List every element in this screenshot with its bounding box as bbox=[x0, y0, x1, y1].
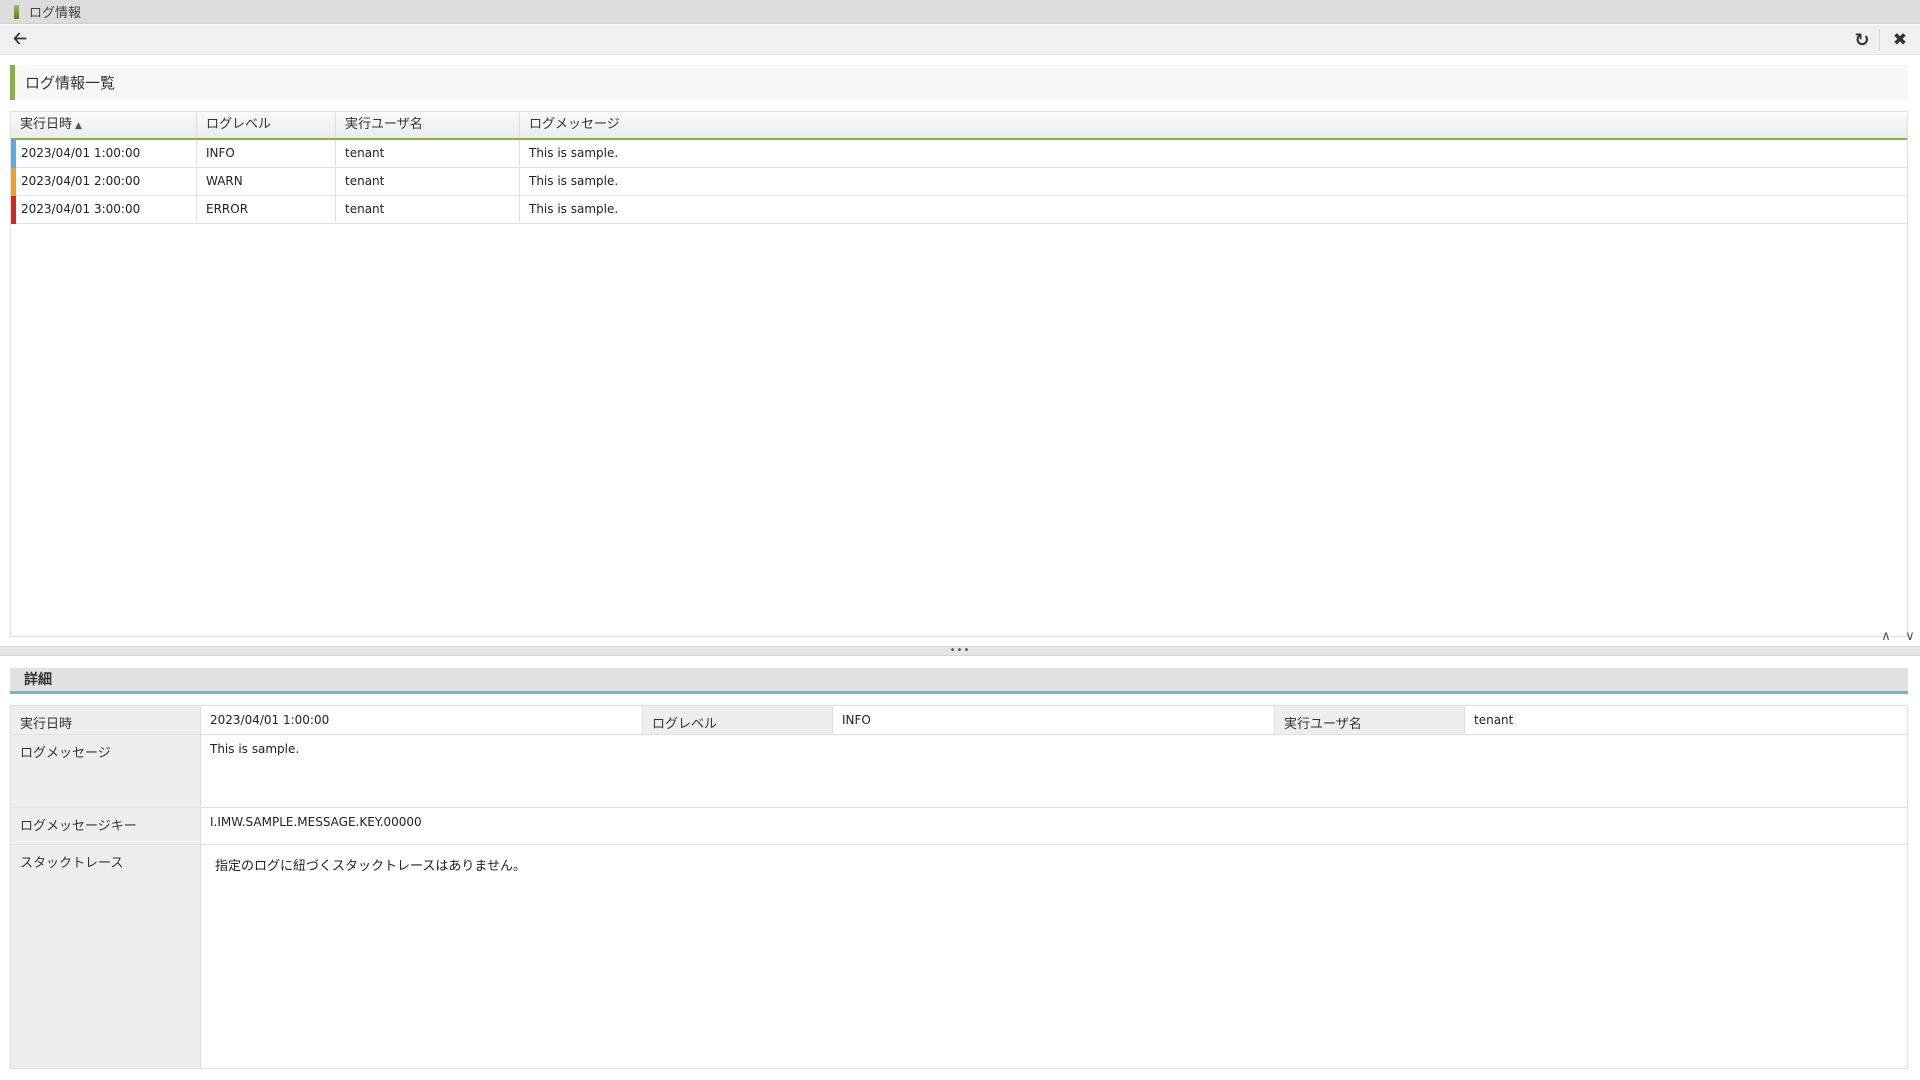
detail-row-summary: 実行日時 2023/04/01 1:00:00 ログレベル INFO 実行ユーザ… bbox=[11, 706, 1907, 735]
detail-label-stacktrace: スタックトレース bbox=[11, 845, 201, 1068]
detail-value-level: INFO bbox=[833, 706, 1275, 734]
detail-value-message-key: I.IMW.SAMPLE.MESSAGE.KEY.00000 bbox=[201, 808, 1907, 844]
detail-row-message-key: ログメッセージキー I.IMW.SAMPLE.MESSAGE.KEY.00000 bbox=[11, 808, 1907, 845]
cell-message: This is sample. bbox=[529, 202, 619, 216]
detail-label-user: 実行ユーザ名 bbox=[1275, 706, 1465, 734]
title-marker bbox=[14, 4, 19, 19]
chevron-up-icon[interactable]: ∧ bbox=[1878, 628, 1894, 644]
table-row[interactable]: 2023/04/01 3:00:00 ERROR tenant This is … bbox=[11, 196, 1907, 224]
list-section-title: ログ情報一覧 bbox=[10, 65, 1908, 100]
detail-label-datetime: 実行日時 bbox=[11, 706, 201, 734]
chevron-down-icon[interactable]: ∨ bbox=[1902, 628, 1918, 644]
row-level-marker bbox=[11, 196, 16, 224]
cell-level: INFO bbox=[197, 140, 336, 167]
detail-row-message: ログメッセージ This is sample. bbox=[11, 735, 1907, 808]
detail-value-message: This is sample. bbox=[201, 735, 1907, 807]
cell-user: tenant bbox=[336, 196, 520, 223]
cell-datetime: 2023/04/01 3:00:00 bbox=[11, 196, 197, 223]
cell-user: tenant bbox=[336, 168, 520, 195]
window-title: ログ情報 bbox=[29, 6, 82, 21]
refresh-icon[interactable]: ↻ bbox=[1844, 25, 1880, 55]
pane-splitter[interactable]: ••• bbox=[0, 646, 1920, 656]
detail-label-level: ログレベル bbox=[643, 706, 833, 734]
detail-value-datetime: 2023/04/01 1:00:00 bbox=[201, 706, 643, 734]
sort-icon[interactable]: ▲︎ bbox=[75, 121, 82, 131]
row-level-marker bbox=[11, 168, 16, 196]
close-icon[interactable]: ✖ bbox=[1882, 25, 1918, 55]
cell-level: WARN bbox=[197, 168, 336, 195]
column-header-level[interactable]: ログレベル bbox=[197, 112, 336, 138]
cell-message: This is sample. bbox=[529, 174, 619, 188]
table-row[interactable]: 2023/04/01 1:00:00 INFO tenant This is s… bbox=[11, 140, 1907, 168]
back-arrow-icon[interactable]: 🡠 bbox=[2, 25, 38, 55]
detail-value-user: tenant bbox=[1465, 706, 1907, 734]
detail-table: 実行日時 2023/04/01 1:00:00 ログレベル INFO 実行ユーザ… bbox=[10, 705, 1908, 1069]
table-row[interactable]: 2023/04/01 2:00:00 WARN tenant This is s… bbox=[11, 168, 1907, 196]
column-header-user[interactable]: 実行ユーザ名 bbox=[336, 112, 520, 138]
cell-level: ERROR bbox=[197, 196, 336, 223]
detail-section-title: 詳細 bbox=[10, 668, 1908, 694]
row-level-marker bbox=[11, 140, 16, 168]
detail-label-message: ログメッセージ bbox=[11, 735, 201, 807]
detail-row-stacktrace: スタックトレース 指定のログに紐づくスタックトレースはありません。 bbox=[11, 845, 1907, 1068]
column-header-message[interactable]: ログメッセージ bbox=[520, 112, 1907, 138]
toolbar: 🡠 ↻ ✖ bbox=[0, 25, 1920, 55]
cell-datetime: 2023/04/01 1:00:00 bbox=[11, 140, 197, 167]
grid-scroll-controls: ∧ ∨ bbox=[1878, 628, 1918, 644]
detail-value-stacktrace: 指定のログに紐づくスタックトレースはありません。 bbox=[201, 845, 1907, 1068]
window-titlebar: ログ情報 bbox=[0, 0, 1920, 24]
splitter-grip-icon[interactable]: ••• bbox=[950, 646, 971, 656]
detail-label-message-key: ログメッセージキー bbox=[11, 808, 201, 844]
cell-user: tenant bbox=[336, 140, 520, 167]
grid-header: 実行日時 ▲︎ ログレベル 実行ユーザ名 ログメッセージ bbox=[11, 112, 1907, 140]
column-header-datetime[interactable]: 実行日時 ▲︎ bbox=[11, 112, 197, 138]
log-grid: 実行日時 ▲︎ ログレベル 実行ユーザ名 ログメッセージ 2023/04/01 1… bbox=[10, 111, 1908, 637]
cell-message: This is sample. bbox=[529, 146, 619, 160]
column-header-datetime-label: 実行日時 bbox=[20, 117, 73, 132]
cell-datetime: 2023/04/01 2:00:00 bbox=[11, 168, 197, 195]
